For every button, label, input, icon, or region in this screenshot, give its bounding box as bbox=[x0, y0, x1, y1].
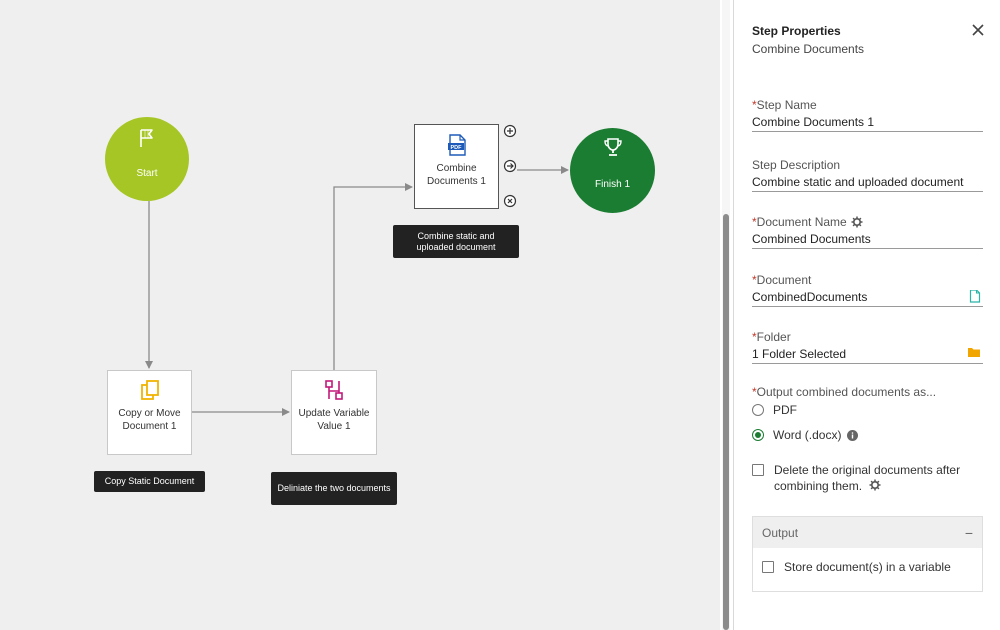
copy-move-document-node[interactable]: Copy or Move Document 1 bbox=[107, 370, 192, 455]
folder-value: 1 Folder Selected bbox=[752, 347, 847, 361]
start-node-label: Start bbox=[136, 168, 158, 179]
connect-arrow-icon[interactable] bbox=[503, 159, 517, 173]
delete-originals-label: Delete the original documents after comb… bbox=[774, 463, 961, 493]
output-section-title: Output bbox=[762, 525, 799, 540]
panel-title: Step Properties bbox=[752, 24, 841, 38]
copy-files-icon bbox=[108, 379, 191, 401]
output-section-header[interactable]: Output − bbox=[753, 517, 982, 548]
folder-icon[interactable] bbox=[967, 347, 981, 361]
trophy-icon bbox=[570, 136, 655, 158]
flag-icon bbox=[105, 127, 189, 149]
workflow-canvas[interactable]: Start Copy or Move Document 1 Update Var… bbox=[0, 0, 720, 630]
update-step-note: Deliniate the two documents bbox=[271, 472, 397, 505]
step-name-label: Step Name bbox=[756, 97, 817, 112]
start-node[interactable]: Start bbox=[105, 117, 189, 201]
delete-originals-option[interactable]: Delete the original documents after comb… bbox=[752, 462, 983, 494]
folder-label: Folder bbox=[756, 329, 791, 344]
info-icon[interactable] bbox=[847, 429, 859, 441]
panel-subtitle: Combine Documents bbox=[752, 42, 865, 56]
pdf-radio[interactable] bbox=[752, 404, 764, 416]
store-variable-checkbox[interactable] bbox=[762, 561, 774, 573]
canvas-scroll-thumb[interactable] bbox=[723, 214, 729, 630]
combine-documents-label: Combine Documents 1 bbox=[427, 163, 486, 187]
step-description-field: Step Description Combine static and uplo… bbox=[752, 157, 983, 192]
document-picker-icon[interactable] bbox=[969, 290, 981, 306]
step-name-input[interactable]: Combine Documents 1 bbox=[752, 115, 983, 132]
canvas-scrollbar[interactable] bbox=[722, 0, 730, 630]
step-name-field: * Step Name Combine Documents 1 bbox=[752, 97, 983, 132]
add-step-icon[interactable] bbox=[503, 124, 517, 138]
folder-field: * Folder 1 Folder Selected bbox=[752, 329, 983, 364]
update-variable-label: Update Variable Value 1 bbox=[298, 408, 370, 432]
output-format-word-option[interactable]: Word (.docx) bbox=[752, 428, 859, 442]
document-label: Document bbox=[756, 272, 812, 287]
output-format-label: Output combined documents as... bbox=[756, 384, 937, 399]
step-description-input[interactable]: Combine static and uploaded document bbox=[752, 175, 983, 192]
output-format-pdf-option[interactable]: PDF bbox=[752, 403, 797, 417]
gear-icon[interactable] bbox=[851, 216, 863, 228]
word-radio[interactable] bbox=[752, 429, 764, 441]
combine-step-note: Combine static and uploaded document bbox=[393, 225, 519, 258]
step-name-value: Combine Documents 1 bbox=[752, 115, 875, 129]
gear-icon[interactable] bbox=[869, 479, 881, 491]
copy-step-note: Copy Static Document bbox=[94, 471, 205, 492]
variable-icon bbox=[292, 379, 376, 401]
store-variable-option[interactable]: Store document(s) in a variable bbox=[762, 559, 951, 575]
step-description-label: Step Description bbox=[752, 157, 841, 172]
document-input[interactable]: CombinedDocuments bbox=[752, 290, 983, 307]
combine-documents-node[interactable]: PDF Combine Documents 1 bbox=[414, 124, 499, 209]
output-section: Output − Store document(s) in a variable bbox=[752, 516, 983, 592]
delete-originals-checkbox[interactable] bbox=[752, 464, 764, 476]
connector-update-to-combine bbox=[333, 183, 413, 370]
pdf-option-label: PDF bbox=[773, 403, 797, 417]
collapse-icon[interactable]: − bbox=[965, 525, 973, 541]
copy-move-document-label: Copy or Move Document 1 bbox=[118, 408, 181, 432]
document-name-field: * Document Name Combined Documents bbox=[752, 214, 983, 249]
delete-step-icon[interactable] bbox=[503, 194, 517, 208]
folder-input[interactable]: 1 Folder Selected bbox=[752, 347, 983, 364]
step-properties-panel: Step Properties Combine Documents * Step… bbox=[733, 0, 1000, 630]
svg-text:PDF: PDF bbox=[450, 145, 462, 151]
document-name-value: Combined Documents bbox=[752, 232, 871, 246]
close-icon[interactable] bbox=[970, 22, 986, 38]
finish-node[interactable]: Finish 1 bbox=[570, 128, 655, 213]
update-variable-node[interactable]: Update Variable Value 1 bbox=[291, 370, 377, 455]
store-variable-label: Store document(s) in a variable bbox=[784, 560, 951, 574]
finish-node-label: Finish 1 bbox=[594, 179, 630, 190]
document-value: CombinedDocuments bbox=[752, 290, 868, 304]
pdf-icon: PDF bbox=[415, 134, 498, 156]
document-name-label: Document Name bbox=[756, 214, 847, 229]
word-option-label: Word (.docx) bbox=[773, 428, 842, 442]
document-name-input[interactable]: Combined Documents bbox=[752, 232, 983, 249]
document-field: * Document CombinedDocuments bbox=[752, 272, 983, 307]
step-description-value: Combine static and uploaded document bbox=[752, 175, 964, 189]
connectors bbox=[145, 166, 569, 416]
output-format-field: * Output combined documents as... bbox=[752, 384, 983, 399]
